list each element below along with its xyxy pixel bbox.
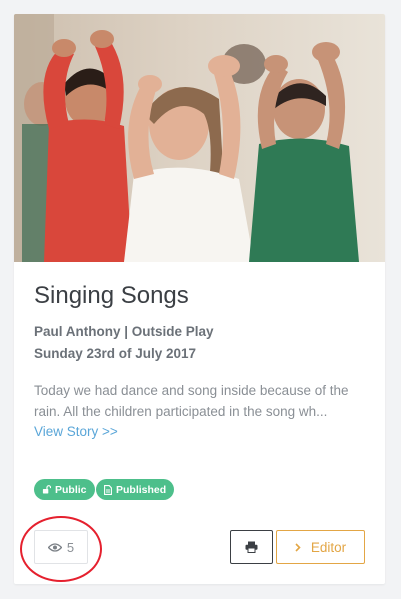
story-photo[interactable] (14, 14, 385, 262)
published-badge-label: Published (116, 483, 167, 496)
views-counter[interactable]: 5 (34, 530, 88, 564)
views-count: 5 (66, 539, 75, 555)
print-button[interactable] (230, 530, 273, 564)
story-date: Sunday 23rd of July 2017 (34, 346, 197, 361)
unlock-icon (42, 485, 51, 494)
editor-button-label: Editor (310, 539, 347, 555)
published-badge: Published (96, 479, 175, 500)
eye-icon (47, 542, 62, 552)
public-badge: Public (34, 479, 95, 500)
chevron-right-icon (295, 542, 301, 552)
document-icon (104, 484, 112, 495)
printer-icon (245, 541, 258, 553)
story-excerpt: Today we had dance and song inside becau… (34, 383, 349, 419)
story-card: Singing Songs Paul Anthony | Outside Pla… (14, 14, 385, 584)
public-badge-label: Public (55, 483, 87, 496)
view-story-link[interactable]: View Story >> (34, 424, 118, 439)
story-author: Paul Anthony | Outside Play (34, 324, 214, 339)
story-title: Singing Songs (34, 282, 189, 309)
editor-button[interactable]: Editor (276, 530, 365, 564)
